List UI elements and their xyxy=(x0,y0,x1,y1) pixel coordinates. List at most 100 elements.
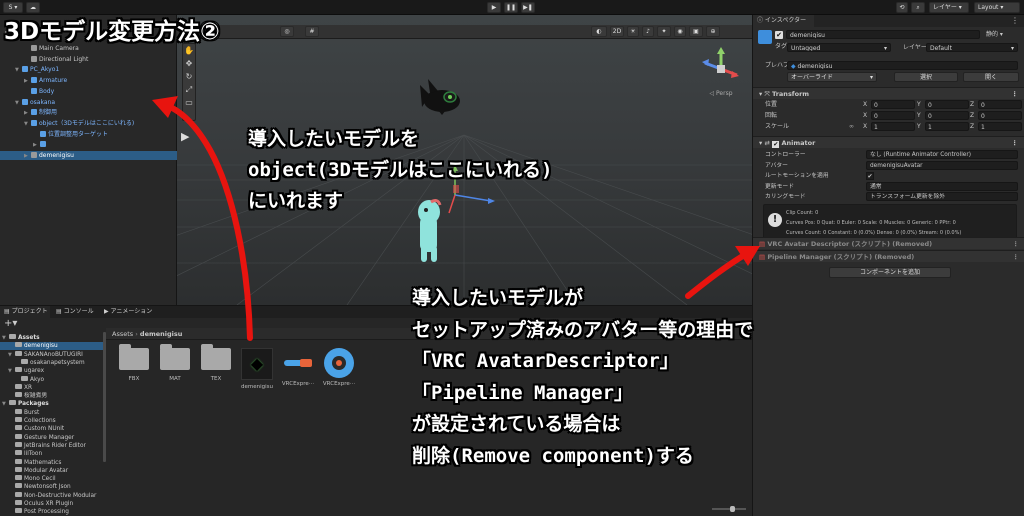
project-folder-item[interactable]: 桜雑煮男 xyxy=(0,392,103,400)
link-scale-icon[interactable]: ∞ xyxy=(849,122,854,132)
effects-icon[interactable]: ✦ xyxy=(657,26,671,37)
tab-project[interactable]: ▤ プロジェクト xyxy=(0,306,50,318)
camera-icon[interactable]: ▣ xyxy=(689,26,703,37)
tag-dropdown[interactable]: Untagged ▾ xyxy=(787,43,891,52)
project-folder-item[interactable]: Mathematics xyxy=(0,458,103,467)
expand-arrow-icon[interactable]: ▶ xyxy=(24,77,31,86)
root-motion-checkbox[interactable]: ✔ xyxy=(866,172,874,180)
breadcrumb-current[interactable]: demenigisu xyxy=(140,330,182,338)
cloud-icon[interactable]: ☁ xyxy=(26,2,40,13)
grid-icon[interactable]: # xyxy=(305,26,319,37)
add-component-button[interactable]: コンポーネントを追加 xyxy=(829,267,951,278)
animator-field[interactable]: なし (Runtime Animator Controller) xyxy=(866,150,1018,159)
tab-inspector[interactable]: ⓘ インスペクター xyxy=(753,15,815,27)
search-icon[interactable]: ⌕ xyxy=(911,2,925,13)
expand-arrow-icon[interactable]: ▶ xyxy=(24,109,31,118)
z-field[interactable]: 0 xyxy=(978,100,1022,109)
project-folder-item[interactable]: JetBrains Rider Editor xyxy=(0,441,103,450)
static-toggle[interactable]: 静的 ▾ xyxy=(986,30,1003,40)
gizmo-toggle-icon[interactable]: ◎ xyxy=(280,26,294,37)
expand-arrow-icon[interactable]: ▶ xyxy=(33,141,40,150)
orientation-gizmo[interactable]: ◁ Persp xyxy=(699,45,743,101)
animator-field[interactable]: demenigisuAvatar xyxy=(866,160,1018,170)
project-folder-item[interactable]: Oculus XR Plugin xyxy=(0,500,103,508)
z-field[interactable]: 1 xyxy=(978,122,1022,131)
hierarchy-item[interactable]: ▼ osakana xyxy=(0,98,177,107)
scale-tool-icon[interactable]: ⤢ xyxy=(183,83,195,96)
object-name-field[interactable]: demenigisu xyxy=(786,30,980,39)
project-folder-item[interactable]: Burst xyxy=(0,408,103,417)
visibility-icon[interactable]: ◉ xyxy=(674,26,686,37)
z-field[interactable]: 0 xyxy=(978,111,1022,120)
expand-arrow-icon[interactable]: ▼ xyxy=(8,351,15,359)
project-folder-item[interactable]: ▼ Packages xyxy=(0,400,103,408)
select-button[interactable]: 選択 xyxy=(894,72,958,82)
asset-item[interactable]: FBX xyxy=(114,344,154,382)
x-field[interactable]: 0 xyxy=(871,100,915,109)
asset-item[interactable]: VRCExpre··· xyxy=(278,348,318,387)
prefab-field[interactable]: ◆ demenigisu xyxy=(787,61,1018,70)
project-folder-item[interactable]: demenigisu xyxy=(0,342,103,351)
more-options-icon[interactable]: ⋮ xyxy=(1012,137,1019,149)
hierarchy-item[interactable]: 位置調整用ターゲット xyxy=(0,130,177,139)
y-field[interactable]: 0 xyxy=(925,111,969,120)
audio-icon[interactable]: ♪ xyxy=(642,26,654,37)
layers-dropdown[interactable]: レイヤー ▾ xyxy=(929,2,969,13)
layer-dropdown[interactable]: Default ▾ xyxy=(926,43,1018,52)
removed-component-header[interactable]: ▤ Pipeline Manager (スクリプト) (Removed) ⋮ xyxy=(753,250,1024,262)
move-tool-icon[interactable]: ✥ xyxy=(183,57,195,70)
active-checkbox[interactable]: ✔ xyxy=(775,31,783,39)
expand-arrow-icon[interactable]: ▼ xyxy=(24,120,31,129)
hierarchy-item[interactable]: ▼ PC_Akyo1 xyxy=(0,65,177,74)
lighting-icon[interactable]: ☀ xyxy=(627,26,639,37)
create-icon[interactable]: +▾ xyxy=(4,318,17,329)
tab-animation[interactable]: ▶ アニメーション xyxy=(100,306,156,318)
history-icon[interactable]: ⟲ xyxy=(896,2,908,13)
expand-arrow-icon[interactable]: ▼ xyxy=(15,66,22,75)
y-field[interactable]: 0 xyxy=(925,100,969,109)
tab-console[interactable]: ▤ コンソール xyxy=(52,306,98,318)
play-button[interactable]: ▶ xyxy=(487,2,501,13)
hierarchy-item[interactable]: Body xyxy=(0,87,177,96)
project-folder-item[interactable]: Mono Cecil xyxy=(0,475,103,483)
asset-item[interactable]: VRCExpre··· xyxy=(319,348,359,387)
project-folder-item[interactable]: Collections xyxy=(0,417,103,425)
expand-arrow-icon[interactable]: ▶ xyxy=(24,152,31,161)
project-folder-item[interactable]: Modular Avatar xyxy=(0,466,103,475)
project-folder-item[interactable]: Post Processing xyxy=(0,508,103,516)
project-folder-item[interactable]: osakanapetsystem xyxy=(0,358,103,367)
account-button[interactable]: S ▾ xyxy=(3,2,23,13)
transform-header[interactable]: ▾ ⤧ Transform ⋮ xyxy=(753,87,1024,99)
project-folder-item[interactable]: XR xyxy=(0,383,103,392)
hierarchy-item[interactable]: ▶ Armature xyxy=(0,76,177,85)
more-options-icon[interactable]: ⋮ xyxy=(1012,88,1019,100)
hierarchy-item[interactable]: ▶ 制御用 xyxy=(0,108,177,117)
project-folder-item[interactable]: Custom NUnit xyxy=(0,425,103,433)
animator-enabled-checkbox[interactable]: ✔ xyxy=(772,141,780,148)
step-button[interactable]: ▶❚ xyxy=(521,2,535,13)
expand-arrow-icon[interactable]: ▼ xyxy=(2,334,9,342)
asset-item[interactable]: TEX xyxy=(196,344,236,382)
open-button[interactable]: 開く xyxy=(963,72,1019,82)
zoom-slider[interactable] xyxy=(712,506,746,512)
asset-item[interactable]: MAT xyxy=(155,344,195,382)
expand-arrow-icon[interactable]: ▼ xyxy=(15,99,22,108)
pause-button[interactable]: ❚❚ xyxy=(504,2,518,13)
project-folder-item[interactable]: lilToon xyxy=(0,450,103,458)
y-field[interactable]: 1 xyxy=(925,122,969,131)
layout-dropdown[interactable]: Layout ▾ xyxy=(974,2,1020,13)
project-folder-item[interactable]: Akyo xyxy=(0,375,103,384)
more-options-icon[interactable]: ⋮ xyxy=(1013,238,1020,250)
hierarchy-item[interactable]: ▶ xyxy=(0,140,177,149)
expand-arrow-icon[interactable]: ▼ xyxy=(2,400,9,408)
project-folder-item[interactable]: Non-Destructive Modular xyxy=(0,491,103,500)
hierarchy-item[interactable]: Directional Light xyxy=(0,55,177,64)
animator-header[interactable]: ▾ ⇄ ✔ Animator ⋮ xyxy=(753,136,1024,148)
asset-item[interactable]: ◆ demenigisu xyxy=(237,348,277,390)
project-folder-item[interactable]: ▼ SAKANAnoBUTUGIRI xyxy=(0,350,103,359)
removed-component-header[interactable]: ▤ VRC Avatar Descriptor (スクリプト) (Removed… xyxy=(753,237,1024,249)
more-options-icon[interactable]: ⋮ xyxy=(1013,251,1020,263)
overrides-dropdown[interactable]: オーバーライド ▾ xyxy=(787,72,877,82)
x-field[interactable]: 1 xyxy=(871,122,915,131)
more-options-icon[interactable]: ⋮ xyxy=(1011,15,1019,27)
